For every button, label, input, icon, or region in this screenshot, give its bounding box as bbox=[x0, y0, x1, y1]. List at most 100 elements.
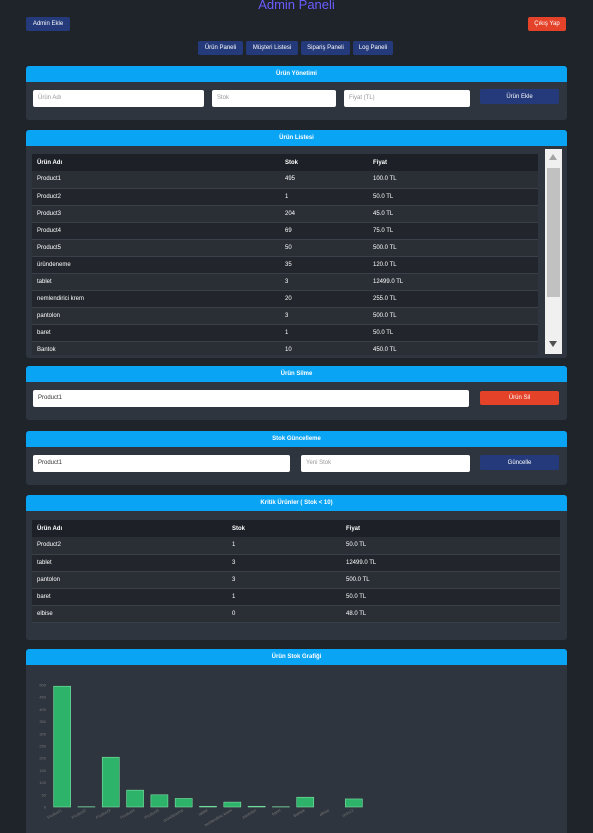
bar-2[interactable] bbox=[101, 756, 120, 808]
x-tick-label: üründeneme bbox=[162, 807, 185, 823]
product-list-scroll-area[interactable]: Ürün Adı Stok Fiyat Product1 495 100.0 TL P… bbox=[32, 154, 538, 355]
delete-product-select[interactable]: Product1 bbox=[33, 390, 469, 407]
col-header-stock: Stok bbox=[280, 154, 368, 171]
cell-price: 45.0 TL bbox=[368, 205, 538, 223]
tab-log-panel[interactable]: Log Paneli bbox=[353, 41, 393, 55]
cell-price: 12499.0 TL bbox=[368, 273, 538, 291]
critical-table: Ürün Adı Stok Fiyat Product2 1 50.0 TL tabl… bbox=[32, 520, 560, 623]
cell-name: Product1 bbox=[32, 171, 280, 189]
table-row: nemlendirici krem 20 255.0 TL bbox=[32, 290, 538, 308]
bar-7[interactable] bbox=[223, 801, 242, 808]
cell-stock: 0 bbox=[227, 605, 341, 623]
cell-stock: 35 bbox=[280, 256, 368, 274]
table-row: üründeneme 35 120.0 TL bbox=[32, 256, 538, 274]
cell-name: Product4 bbox=[32, 222, 280, 240]
cell-name: üründeneme bbox=[32, 256, 280, 274]
y-tick-label: 100 bbox=[39, 780, 46, 785]
cell-price: 500.0 TL bbox=[368, 307, 538, 325]
col-header-stock: Stok bbox=[227, 520, 341, 537]
bar-0[interactable] bbox=[53, 685, 71, 808]
cell-price: 48.0 TL bbox=[341, 605, 560, 623]
product-list-scrollbar[interactable] bbox=[545, 149, 562, 354]
table-row: baret 1 50.0 TL bbox=[32, 588, 560, 606]
col-header-name: Ürün Adı bbox=[32, 154, 280, 171]
cell-stock: 1 bbox=[280, 324, 368, 342]
cell-name: pantolon bbox=[32, 307, 280, 325]
cell-stock: 3 bbox=[280, 273, 368, 291]
product-table: Ürün Adı Stok Fiyat Product1 495 100.0 TL P… bbox=[32, 154, 538, 355]
admin-add-button[interactable]: Admin Ekle bbox=[26, 17, 70, 31]
bar-5[interactable] bbox=[174, 798, 193, 808]
cell-price: 50.0 TL bbox=[368, 324, 538, 342]
x-tick-label: nemlendirici krem bbox=[203, 807, 233, 827]
tab-order-panel[interactable]: Sipariş Paneli bbox=[301, 41, 350, 55]
table-row: Product3 204 45.0 TL bbox=[32, 205, 538, 223]
bar-4[interactable] bbox=[150, 794, 169, 808]
scroll-down-icon[interactable] bbox=[549, 341, 557, 347]
scroll-thumb[interactable] bbox=[547, 168, 560, 297]
new-stock-input[interactable]: Yeni Stok bbox=[301, 455, 470, 472]
cell-name: elbise bbox=[32, 605, 227, 623]
cell-stock: 495 bbox=[280, 171, 368, 189]
tab-customer-list[interactable]: Müşteri Listesi bbox=[246, 41, 298, 55]
stock-bar-chart: 0 50 100 150 200 250 300 350 400 450 500 Product1 Pr… bbox=[39, 683, 363, 828]
cell-price: 120.0 TL bbox=[368, 256, 538, 274]
x-tick-label: Product4 bbox=[119, 807, 136, 820]
tab-product-panel[interactable]: Ürün Paneli bbox=[198, 41, 243, 55]
x-tick-label: ürün12 bbox=[341, 807, 355, 818]
col-header-price: Fiyat bbox=[341, 520, 560, 537]
bar-3[interactable] bbox=[126, 789, 144, 808]
y-tick-label: 450 bbox=[39, 695, 46, 700]
table-header-row: Ürün Adı Stok Fiyat bbox=[32, 154, 538, 171]
cell-price: 75.0 TL bbox=[368, 222, 538, 240]
cell-price: 50.0 TL bbox=[341, 537, 560, 555]
bar-12[interactable] bbox=[345, 798, 363, 808]
scroll-up-icon[interactable] bbox=[549, 154, 557, 160]
update-stock-button[interactable]: Güncelle bbox=[480, 455, 559, 470]
cell-price: 50.0 TL bbox=[368, 188, 538, 206]
product-name-input[interactable]: Ürün Adı bbox=[33, 90, 204, 107]
cell-name: Product3 bbox=[32, 205, 280, 223]
product-list-card: Ürün Listesi Ürün Adı Stok Fiyat Product… bbox=[26, 130, 567, 358]
critical-products-title: Kritik Ürünler ( Stok < 10) bbox=[26, 495, 567, 511]
table-row: Product2 1 50.0 TL bbox=[32, 188, 538, 206]
table-row: tablet 3 12499.0 TL bbox=[32, 273, 538, 291]
table-row: Product4 69 75.0 TL bbox=[32, 222, 538, 240]
cell-name: Bantok bbox=[32, 341, 280, 355]
x-tick-label: pantolon bbox=[241, 808, 257, 820]
x-tick-label: baret bbox=[271, 807, 282, 816]
x-tick-label: elbise bbox=[318, 807, 330, 817]
stock-update-card: Stok Güncelleme Product1 Yeni Stok Günce… bbox=[26, 431, 567, 485]
bar-10[interactable] bbox=[296, 796, 315, 808]
stock-update-title: Stok Güncelleme bbox=[26, 431, 567, 447]
stock-chart-title: Ürün Stok Grafiği bbox=[26, 649, 567, 665]
cell-name: Product2 bbox=[32, 188, 280, 206]
stock-update-product-select[interactable]: Product1 bbox=[33, 455, 290, 472]
cell-stock: 3 bbox=[227, 554, 341, 572]
cell-stock: 50 bbox=[280, 239, 368, 257]
add-product-button[interactable]: Ürün Ekle bbox=[480, 89, 559, 104]
product-delete-card: Ürün Silme Product1 Ürün Sil bbox=[26, 366, 567, 420]
y-tick-label: 200 bbox=[39, 756, 46, 761]
cell-stock: 204 bbox=[280, 205, 368, 223]
delete-product-button[interactable]: Ürün Sil bbox=[480, 391, 559, 405]
cell-price: 50.0 TL bbox=[341, 588, 560, 606]
x-tick-label: tablet bbox=[198, 807, 210, 817]
price-input[interactable]: Fiyat (TL) bbox=[344, 90, 470, 107]
cell-stock: 20 bbox=[280, 290, 368, 308]
stock-input[interactable]: Stok bbox=[212, 90, 336, 107]
x-tick-label: Product3 bbox=[95, 807, 112, 820]
logout-button[interactable]: Çıkış Yap bbox=[528, 17, 566, 31]
cell-price: 100.0 TL bbox=[368, 171, 538, 189]
product-list-title: Ürün Listesi bbox=[26, 130, 567, 146]
cell-name: Product2 bbox=[32, 537, 227, 555]
cell-name: pantolon bbox=[32, 571, 227, 589]
cell-name: tablet bbox=[32, 273, 280, 291]
cell-price: 500.0 TL bbox=[368, 239, 538, 257]
bar-8[interactable] bbox=[247, 805, 266, 808]
critical-products-card: Kritik Ürünler ( Stok < 10) Ürün Adı Sto… bbox=[26, 495, 567, 640]
table-row: tablet 3 12499.0 TL bbox=[32, 554, 560, 572]
cell-stock: 1 bbox=[227, 537, 341, 555]
table-row: pantolon 3 500.0 TL bbox=[32, 307, 538, 325]
bar-6[interactable] bbox=[199, 805, 217, 808]
